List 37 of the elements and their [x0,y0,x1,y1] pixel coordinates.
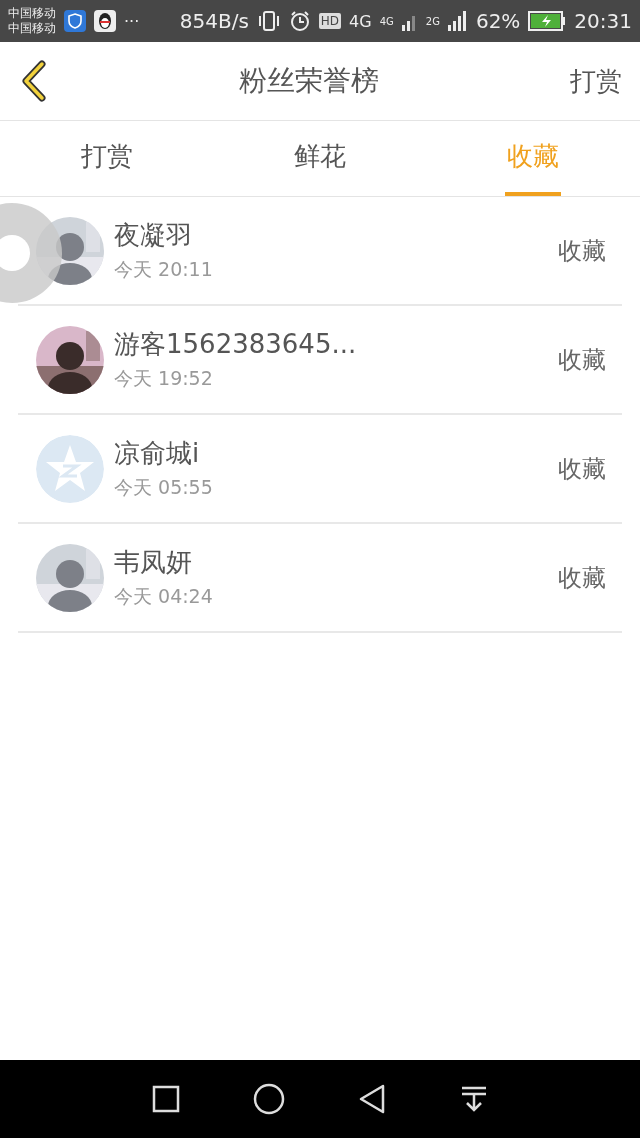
fan-time: 今天 20:11 [114,257,214,282]
fan-name: 韦凤妍 [114,546,193,579]
network-type: 2G [425,15,440,27]
carrier-name: 中国移动 [8,6,56,21]
penguin-icon [94,10,116,32]
network-speed: 854B/s [179,9,249,33]
clock: 20:31 [574,9,632,33]
shield-icon [64,10,86,32]
fan-time: 今天 04:24 [114,584,214,609]
reward-link[interactable]: 打赏 [570,63,622,99]
vibrate-icon [256,10,281,32]
page-title: 粉丝荣誉榜 [238,63,380,99]
star-avatar-icon [36,434,104,503]
fan-name: 游客1562383645... [114,328,358,361]
fan-name: 夜凝羽 [114,219,193,252]
network-type: 4G [349,11,372,31]
gift-type: 收藏 [558,453,606,485]
alarm-icon [288,10,311,32]
gift-type: 收藏 [558,562,606,594]
battery-percent: 62% [475,9,521,33]
tab[interactable]: 鲜花 [292,121,348,196]
gift-type: 收藏 [558,344,606,376]
back-nav-icon[interactable] [357,1083,387,1115]
battery-icon [528,11,567,31]
notification-pull-icon[interactable] [459,1084,489,1114]
tab[interactable]: 打赏 [78,121,135,196]
signal-icon [447,11,468,31]
more-text: ··· [124,11,140,31]
hd-badge: HD [318,13,342,29]
fan-time: 今天 05:55 [114,475,214,500]
home-icon[interactable] [253,1083,285,1115]
fan-time: 今天 19:52 [114,366,214,391]
recent-apps-icon[interactable] [151,1084,181,1114]
fan-name: 凉俞城i [114,437,201,470]
network-type: 4G [379,15,394,27]
gift-type: 收藏 [558,235,606,267]
carrier-name: 中国移动 [8,21,56,36]
